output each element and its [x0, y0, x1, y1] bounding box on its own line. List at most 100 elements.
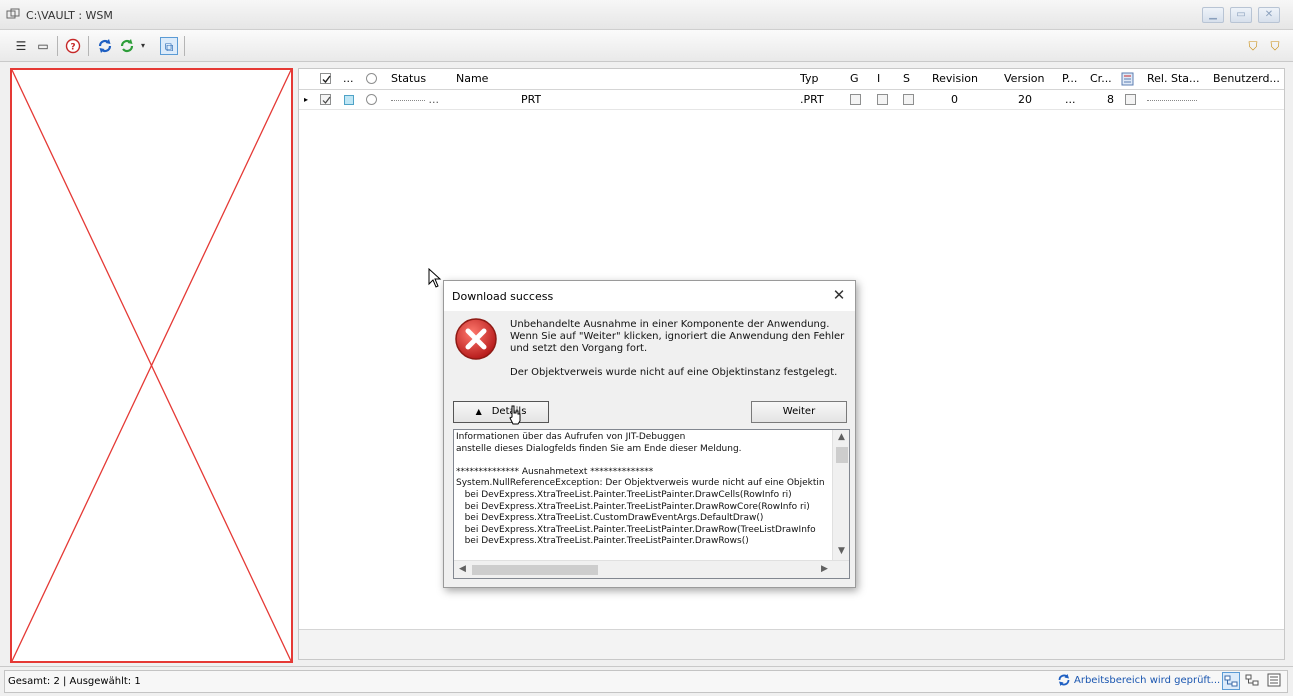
open-folder-button[interactable]: ▭ [34, 37, 52, 55]
continue-button-label: Weiter [782, 406, 816, 417]
row-radio[interactable] [366, 94, 377, 105]
row-checkbox[interactable] [320, 94, 331, 105]
chevron-down-icon: ▾ [140, 41, 145, 50]
grid-header: ... Status Name Typ G I S Revision Versi… [299, 69, 1284, 90]
details-vertical-scrollbar[interactable]: ▲ ▼ [832, 430, 849, 560]
table-row[interactable]: ▸ ... PRT .PRT 0 20 ... 8 [299, 90, 1284, 110]
grid-footer [299, 629, 1284, 659]
dialog-title: Download success [452, 290, 554, 303]
status-bar: Gesamt: 2 | Ausgewählt: 1 Arbeitsbereich… [0, 666, 1293, 696]
window-title: C:\VAULT : WSM [26, 9, 113, 22]
column-header-benutzerd[interactable]: Benutzerd... [1213, 69, 1285, 89]
column-header-name[interactable]: Name [456, 69, 488, 89]
workspace-icon: ⧉ [164, 40, 174, 54]
mouse-cursor-icon [428, 268, 442, 288]
row-revision: 0 [951, 93, 958, 106]
column-header-rel-status[interactable]: Rel. Sta... [1147, 69, 1200, 89]
column-header-status[interactable]: Status [391, 69, 426, 89]
dialog-close-button[interactable]: ✕ [831, 286, 847, 304]
column-header-g[interactable]: G [850, 69, 859, 89]
maximize-icon: ▭ [1236, 9, 1246, 20]
column-header-i[interactable]: I [877, 69, 880, 89]
column-header-misc[interactable]: ... [343, 69, 354, 89]
scrollbar-thumb[interactable] [836, 447, 848, 463]
details-line: anstelle dieses Dialogfelds finden Sie a… [456, 443, 742, 454]
error-dialog: Download success ✕ Unbehandelte Ausnahme… [443, 280, 856, 588]
checking-sync-icon [1058, 674, 1070, 686]
dialog-message-line: Unbehandelte Ausnahme in einer Komponent… [510, 319, 830, 330]
list-view-button[interactable]: ☰ [12, 37, 30, 55]
row-version: 20 [1018, 93, 1032, 106]
svg-text:?: ? [70, 43, 75, 53]
refresh-icon [98, 39, 112, 53]
details-button[interactable]: ▲ Details [453, 401, 549, 423]
column-header-version[interactable]: Version [1004, 69, 1044, 89]
row-rel-status [1147, 90, 1207, 109]
row-icon-checkbox[interactable] [1125, 94, 1136, 105]
column-header-revision[interactable]: Revision [932, 69, 978, 89]
hand-cursor-icon [509, 405, 521, 425]
hierarchy-icon [1245, 674, 1259, 686]
details-line: Informationen über das Aufrufen von JIT-… [456, 432, 686, 442]
row-expand-icon[interactable]: ▸ [304, 90, 308, 109]
sync-button[interactable] [118, 37, 136, 55]
header-radio[interactable] [366, 73, 377, 84]
details-line: ************** Ausnahmetext ************… [456, 466, 654, 477]
details-line: bei DevExpress.XtraTreeList.Painter.Tree… [456, 489, 792, 500]
dialog-message-line: Wenn Sie auf "Weiter" klicken, ignoriert… [510, 331, 845, 342]
maximize-button[interactable]: ▭ [1230, 7, 1252, 23]
row-g-checkbox[interactable] [850, 94, 861, 105]
filter-clear-icon: ⛉ [1270, 39, 1280, 53]
details-line [456, 455, 836, 467]
no-preview-cross-icon [12, 70, 291, 661]
document-list-icon [1121, 72, 1134, 86]
workspace-view-button[interactable]: ⧉ [160, 37, 178, 55]
column-header-icon[interactable] [1121, 72, 1135, 87]
toolbar: ☰ ▭ ? ▾ ⧉ ⛉ ⛉ [0, 30, 1293, 62]
error-icon [455, 318, 497, 360]
header-checkbox[interactable] [320, 73, 331, 84]
column-header-p[interactable]: P... [1062, 69, 1077, 89]
column-header-typ[interactable]: Typ [800, 69, 819, 89]
sync-dropdown-button[interactable]: ▾ [138, 37, 148, 55]
close-icon: ✕ [1264, 9, 1274, 20]
column-header-s[interactable]: S [903, 69, 910, 89]
close-icon: ✕ [832, 286, 846, 304]
scroll-down-icon[interactable]: ▼ [833, 546, 849, 556]
help-icon: ? [65, 38, 81, 54]
preview-panel [10, 68, 293, 663]
scrollbar-thumb[interactable] [472, 565, 598, 575]
tree-view-button[interactable] [1222, 672, 1240, 690]
row-p: ... [1065, 93, 1076, 106]
help-button[interactable]: ? [64, 37, 82, 55]
details-view-icon [1267, 673, 1281, 687]
details-line: bei DevExpress.XtraTreeList.Painter.Tree… [456, 501, 810, 512]
sync-icon [120, 39, 134, 53]
minimize-icon: ▁ [1209, 9, 1217, 20]
minimize-button[interactable]: ▁ [1202, 7, 1224, 23]
hierarchy-view-button[interactable] [1244, 672, 1262, 690]
filter-clear-button[interactable]: ⛉ [1266, 37, 1284, 55]
column-header-cr[interactable]: Cr... [1090, 69, 1112, 89]
title-bar: C:\VAULT : WSM ▁ ▭ ✕ [0, 0, 1293, 30]
continue-button[interactable]: Weiter [751, 401, 847, 423]
close-window-button[interactable]: ✕ [1258, 7, 1280, 23]
details-line: bei DevExpress.XtraTreeList.Painter.Tree… [456, 536, 749, 547]
row-status: ... [391, 90, 446, 109]
scroll-right-icon[interactable]: ▶ [816, 564, 833, 574]
details-line: bei DevExpress.XtraTreeList.CustomDrawEv… [456, 513, 764, 524]
scroll-left-icon[interactable]: ◀ [454, 564, 471, 574]
row-cr: 8 [1107, 93, 1114, 106]
tree-view-icon [1224, 675, 1238, 687]
row-s-checkbox[interactable] [903, 94, 914, 105]
status-message[interactable]: Arbeitsbereich wird geprüft... [1074, 675, 1220, 686]
details-textbox[interactable]: Informationen über das Aufrufen von JIT-… [453, 429, 850, 579]
details-horizontal-scrollbar[interactable]: ◀ ▶ [454, 560, 849, 578]
details-view-button[interactable] [1266, 672, 1284, 690]
scroll-up-icon[interactable]: ▲ [833, 432, 849, 442]
check-icon [322, 96, 331, 104]
chevron-up-icon: ▲ [475, 407, 482, 416]
filter-button[interactable]: ⛉ [1244, 37, 1262, 55]
row-i-checkbox[interactable] [877, 94, 888, 105]
refresh-button[interactable] [96, 37, 114, 55]
